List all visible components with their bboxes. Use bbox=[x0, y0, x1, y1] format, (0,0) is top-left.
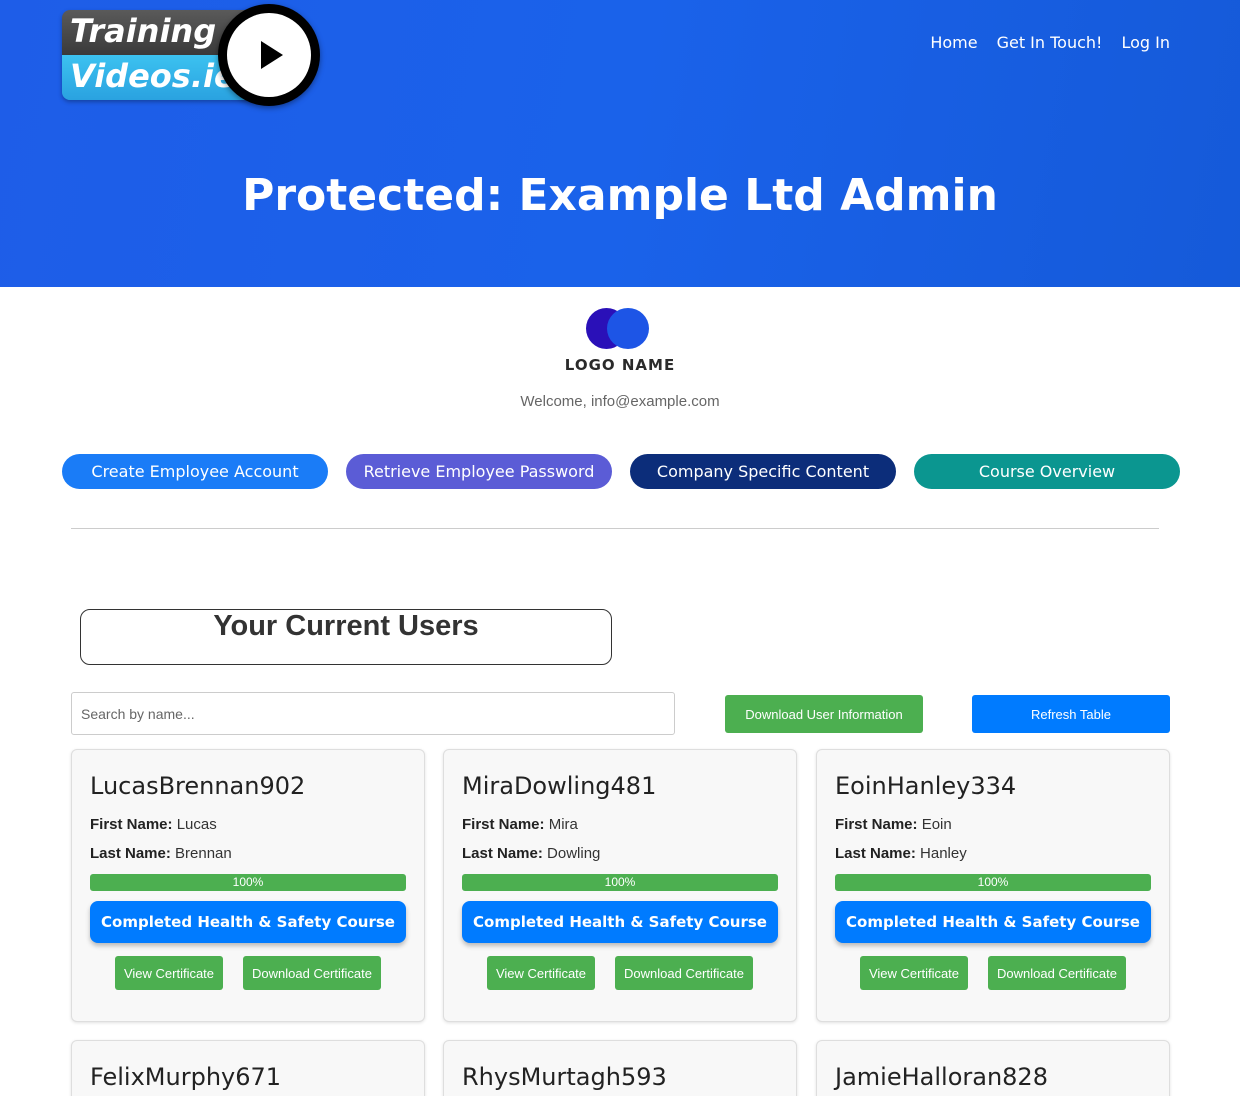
logo-text-line2: Videos.ie bbox=[70, 57, 236, 95]
view-certificate-button[interactable]: View Certificate bbox=[860, 956, 968, 990]
user-card: EoinHanley334 First Name: Eoin Last Name… bbox=[816, 749, 1170, 1022]
nav-home[interactable]: Home bbox=[930, 33, 977, 52]
download-certificate-button[interactable]: Download Certificate bbox=[988, 956, 1126, 990]
progress-bar: 100% bbox=[462, 874, 778, 891]
divider bbox=[71, 528, 1159, 529]
progress-bar: 100% bbox=[90, 874, 406, 891]
search-input[interactable] bbox=[71, 692, 675, 735]
user-card: LucasBrennan902 First Name: Lucas Last N… bbox=[71, 749, 425, 1022]
download-certificate-button[interactable]: Download Certificate bbox=[615, 956, 753, 990]
admin-actions: Create Employee Account Retrieve Employe… bbox=[62, 454, 1180, 489]
top-nav: Home Get In Touch! Log In bbox=[930, 33, 1170, 52]
play-icon bbox=[218, 4, 320, 106]
last-name-field: Last Name: Dowling bbox=[462, 845, 601, 862]
user-card: FelixMurphy671 bbox=[71, 1040, 425, 1096]
course-overview-button[interactable]: Course Overview bbox=[914, 454, 1180, 489]
view-certificate-button[interactable]: View Certificate bbox=[115, 956, 223, 990]
last-name-field: Last Name: Brennan bbox=[90, 845, 232, 862]
create-employee-account-button[interactable]: Create Employee Account bbox=[62, 454, 328, 489]
site-header: Training Videos.ie Home Get In Touch! Lo… bbox=[0, 0, 1240, 287]
download-certificate-button[interactable]: Download Certificate bbox=[243, 956, 381, 990]
view-certificate-button[interactable]: View Certificate bbox=[487, 956, 595, 990]
course-status-button[interactable]: Completed Health & Safety Course bbox=[462, 901, 778, 943]
company-specific-content-button[interactable]: Company Specific Content bbox=[630, 454, 896, 489]
user-card: MiraDowling481 First Name: Mira Last Nam… bbox=[443, 749, 797, 1022]
username: MiraDowling481 bbox=[462, 772, 657, 800]
course-status-button[interactable]: Completed Health & Safety Course bbox=[835, 901, 1151, 943]
users-section-title: Your Current Users bbox=[80, 609, 612, 665]
progress-bar: 100% bbox=[835, 874, 1151, 891]
site-logo[interactable]: Training Videos.ie bbox=[62, 4, 320, 106]
user-card: RhysMurtagh593 bbox=[443, 1040, 797, 1096]
course-status-button[interactable]: Completed Health & Safety Course bbox=[90, 901, 406, 943]
username: RhysMurtagh593 bbox=[462, 1063, 667, 1091]
username: EoinHanley334 bbox=[835, 772, 1017, 800]
username: LucasBrennan902 bbox=[90, 772, 306, 800]
first-name-field: First Name: Mira bbox=[462, 816, 578, 833]
page-title: Protected: Example Ltd Admin bbox=[242, 170, 998, 221]
nav-log-in[interactable]: Log In bbox=[1121, 33, 1170, 52]
download-user-information-button[interactable]: Download User Information bbox=[725, 695, 923, 733]
first-name-field: First Name: Lucas bbox=[90, 816, 217, 833]
last-name-field: Last Name: Hanley bbox=[835, 845, 967, 862]
username: JamieHalloran828 bbox=[835, 1063, 1048, 1091]
user-card: JamieHalloran828 bbox=[816, 1040, 1170, 1096]
welcome-message: Welcome, info@example.com bbox=[520, 393, 720, 410]
logo-text-line1: Training bbox=[70, 12, 217, 50]
refresh-table-button[interactable]: Refresh Table bbox=[972, 695, 1170, 733]
company-logo-name: LOGO NAME bbox=[564, 356, 676, 374]
retrieve-employee-password-button[interactable]: Retrieve Employee Password bbox=[346, 454, 612, 489]
company-logo-icon bbox=[586, 308, 650, 350]
first-name-field: First Name: Eoin bbox=[835, 816, 952, 833]
username: FelixMurphy671 bbox=[90, 1063, 282, 1091]
nav-get-in-touch[interactable]: Get In Touch! bbox=[997, 33, 1103, 52]
